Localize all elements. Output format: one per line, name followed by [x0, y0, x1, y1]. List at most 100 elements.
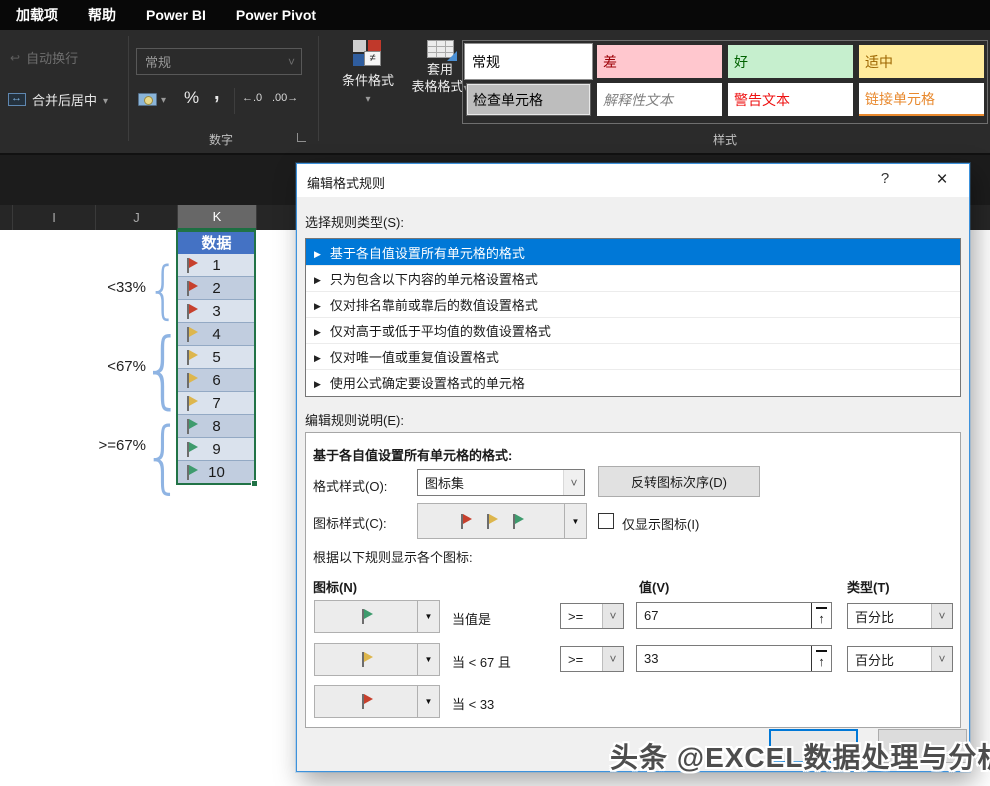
operator-combo[interactable]: >=: [560, 603, 624, 629]
format-style-combo[interactable]: 图标集: [417, 469, 585, 496]
menu-item[interactable]: 加载项: [16, 5, 58, 25]
comma-style-button[interactable]: ,: [214, 82, 220, 105]
cell-style-swatch[interactable]: 好: [728, 45, 853, 78]
flag-icon: [184, 280, 199, 297]
operator-value: >=: [561, 652, 602, 667]
cell-value: 10: [208, 464, 225, 481]
decrease-decimal-button[interactable]: .00→: [272, 92, 298, 104]
number-format-combo[interactable]: 常规: [136, 48, 302, 75]
value-text: 67: [637, 608, 811, 623]
data-cell[interactable]: 10: [178, 461, 255, 484]
data-header-cell[interactable]: 数据: [178, 231, 255, 254]
data-cell[interactable]: 4: [178, 323, 255, 346]
cell-value: 1: [212, 257, 220, 274]
cell-value: 5: [212, 349, 220, 366]
dropdown-arrow-icon: [417, 601, 439, 632]
collapse-dialog-icon[interactable]: [811, 603, 831, 628]
rules-intro-label: 根据以下规则显示各个图标:: [313, 547, 473, 566]
collapse-dialog-icon[interactable]: [811, 646, 831, 671]
fill-handle[interactable]: [251, 480, 258, 487]
decrease-decimal-icon: .00→: [272, 92, 298, 104]
triangle-right-icon: [314, 375, 321, 390]
cell-style-swatch[interactable]: 链接单元格: [859, 83, 984, 116]
show-icon-only-checkbox[interactable]: [598, 513, 614, 529]
wrap-text-icon: [10, 50, 20, 65]
triangle-right-icon: [314, 323, 321, 338]
cell-style-swatch[interactable]: 检查单元格: [466, 83, 591, 116]
flag-icon: [184, 464, 199, 481]
help-icon[interactable]: ?: [873, 170, 897, 190]
rule-icon-dropdown[interactable]: [314, 685, 440, 718]
type-column-header: 类型(T): [847, 577, 890, 596]
rule-type-text: 基于各自值设置所有单元格的格式: [330, 243, 525, 262]
type-value: 百分比: [848, 607, 931, 626]
reverse-icon-order-button[interactable]: 反转图标次序(D): [598, 466, 760, 497]
data-cell[interactable]: 9: [178, 438, 255, 461]
column-header-j[interactable]: J: [95, 205, 177, 230]
rule-type-item[interactable]: 使用公式确定要设置格式的单元格: [306, 369, 960, 395]
icon-column-header: 图标(N): [313, 577, 357, 596]
merge-center-button[interactable]: 合并后居中: [8, 90, 108, 109]
triangle-right-icon: [314, 297, 321, 312]
icon-style-combo[interactable]: [417, 503, 587, 539]
conditional-formatting-label: 条件格式: [342, 72, 394, 89]
data-cell[interactable]: 7: [178, 392, 255, 415]
flag-icon: [510, 513, 525, 530]
menu-item[interactable]: Power BI: [146, 7, 206, 23]
group-separator: [128, 36, 129, 141]
cell-value: 2: [212, 280, 220, 297]
cell-style-swatch[interactable]: 适中: [859, 45, 984, 78]
column-header-i[interactable]: I: [12, 205, 95, 230]
column-header-k[interactable]: K: [177, 205, 256, 230]
cell-style-swatch[interactable]: 警告文本: [728, 83, 853, 116]
rule-type-text: 使用公式确定要设置格式的单元格: [330, 373, 525, 392]
accounting-format-button[interactable]: [138, 90, 166, 108]
dialog-launcher-icon[interactable]: [297, 133, 306, 142]
increase-decimal-button[interactable]: ←.0: [242, 92, 262, 104]
flag-icon: [184, 418, 199, 435]
data-cell[interactable]: 1: [178, 254, 255, 277]
rule-type-item[interactable]: 基于各自值设置所有单元格的格式: [306, 239, 960, 265]
cell-value: 3: [212, 303, 220, 320]
format-as-table-icon: [427, 40, 454, 58]
percent-style-button[interactable]: %: [184, 88, 199, 108]
rule-icon-dropdown[interactable]: [314, 600, 440, 633]
cell-style-swatch[interactable]: 常规: [466, 45, 591, 78]
flag-icon: [458, 513, 473, 530]
chevron-down-icon: [563, 470, 584, 495]
operator-value: >=: [561, 609, 602, 624]
cell-style-swatch[interactable]: 解释性文本: [597, 83, 722, 116]
menu-item[interactable]: 帮助: [88, 5, 116, 25]
rule-type-item[interactable]: 仅对唯一值或重复值设置格式: [306, 343, 960, 369]
close-icon[interactable]: ×: [927, 168, 957, 192]
watermark-text: 头条 @EXCEL数据处理与分析: [610, 736, 990, 776]
wrap-text-button[interactable]: 自动换行: [10, 48, 78, 67]
rule-type-item[interactable]: 仅对高于或低于平均值的数值设置格式: [306, 317, 960, 343]
chevron-down-icon: [602, 647, 623, 671]
operator-combo[interactable]: >=: [560, 646, 624, 672]
rule-type-item[interactable]: 仅对排名靠前或靠后的数值设置格式: [306, 291, 960, 317]
dropdown-arrow-icon: [417, 644, 439, 675]
data-cell[interactable]: 3: [178, 300, 255, 323]
rule-type-item[interactable]: 只为包含以下内容的单元格设置格式: [306, 265, 960, 291]
value-input[interactable]: 33: [636, 645, 832, 672]
cell-style-swatch[interactable]: 差: [597, 45, 722, 78]
data-cell[interactable]: 5: [178, 346, 255, 369]
rule-icon-dropdown[interactable]: [314, 643, 440, 676]
dropdown-arrow-icon: [417, 686, 439, 717]
flag-icon: [184, 372, 199, 389]
flag-icon: [184, 303, 199, 320]
format-as-table-label-2: 表格格式: [411, 78, 468, 97]
rule-description-groupbox: 基于各自值设置所有单元格的格式: 格式样式(O): 图标集 反转图标次序(D) …: [305, 432, 961, 728]
type-combo[interactable]: 百分比: [847, 603, 953, 629]
value-input[interactable]: 67: [636, 602, 832, 629]
conditional-formatting-button[interactable]: ≠ 条件格式: [330, 40, 406, 108]
number-format-value: 常规: [137, 52, 288, 71]
ribbon: 自动换行 合并后居中 常规 % , ←.0 .00→ 数字 ≠ 条件格式 套用 …: [0, 30, 990, 155]
data-cell[interactable]: 2: [178, 277, 255, 300]
type-combo[interactable]: 百分比: [847, 646, 953, 672]
menu-item[interactable]: Power Pivot: [236, 7, 316, 23]
data-cell[interactable]: 6: [178, 369, 255, 392]
cell-styles-gallery: 常规差好适中 检查单元格解释性文本警告文本链接单元格: [462, 40, 988, 124]
data-cell[interactable]: 8: [178, 415, 255, 438]
